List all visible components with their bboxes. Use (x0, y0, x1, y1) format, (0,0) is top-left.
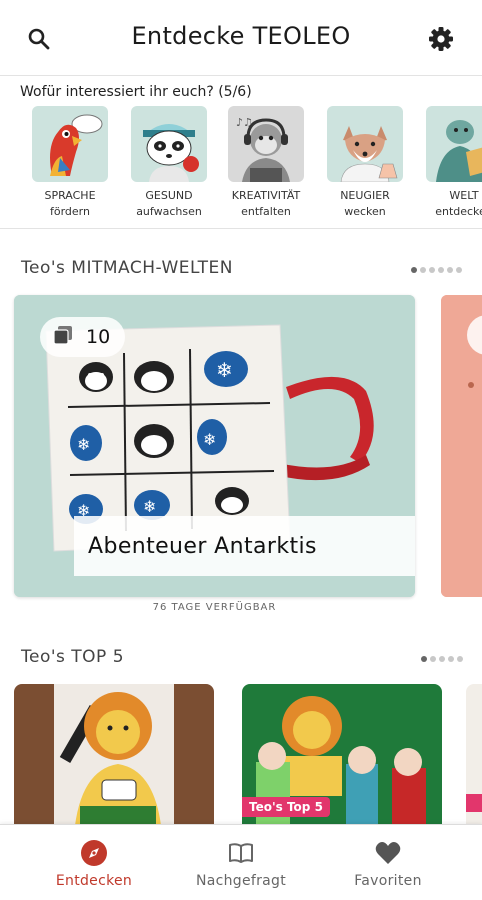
monkey-headphones-image: ♪♫ (228, 106, 304, 182)
lion-puppet-image (14, 684, 214, 834)
world-card-next[interactable] (441, 295, 482, 597)
interest-label-line2: fördern (50, 205, 90, 218)
item-count-badge: 10 (40, 317, 125, 357)
nav-favoriten[interactable]: Favoriten (318, 839, 458, 889)
section-title-mitmach-welten: Teo's MITMACH-WELTEN (21, 258, 233, 278)
interest-kreativitaet[interactable]: ♪♫ KREATIVITÄT entfalten (226, 106, 306, 220)
book-icon (171, 839, 311, 867)
interest-label-line2: wecken (344, 205, 386, 218)
top5-badge: Teo's Top 5 (242, 797, 330, 817)
world-card-title: Abenteuer Antarktis (88, 533, 317, 559)
interest-label-line1: WELT (449, 189, 479, 202)
nav-label: Nachgefragt (195, 873, 287, 889)
interest-label-line2: aufwachsen (136, 205, 202, 218)
app-header: Entdecke TEOLEO (0, 0, 482, 76)
interest-gesund[interactable]: GESUND aufwachsen (129, 106, 209, 220)
pager-dot (430, 656, 436, 662)
interest-label-line1: SPRACHE (44, 189, 96, 202)
pager-dot (439, 656, 445, 662)
svg-text:❄: ❄ (143, 497, 156, 516)
interest-label-line1: GESUND (145, 189, 193, 202)
interests-heading: Wofür interessiert ihr euch? (5/6) (20, 84, 252, 100)
top5-card-lion-puppet[interactable] (14, 684, 214, 834)
pager-dot (421, 656, 427, 662)
pager-dot (420, 267, 426, 273)
page-title: Entdecke TEOLEO (131, 22, 351, 50)
pager-dot (448, 656, 454, 662)
section-title-top5: Teo's TOP 5 (21, 647, 125, 667)
pager-dot (411, 267, 417, 273)
stack-icon (52, 324, 74, 350)
fox-science-image (327, 106, 403, 182)
nav-nachgefragt[interactable]: Nachgefragt (171, 839, 311, 889)
pager-dot (456, 267, 462, 273)
svg-text:❄: ❄ (203, 430, 216, 449)
carousel-pager-worlds (411, 267, 462, 273)
nav-label: Favoriten (354, 873, 422, 889)
pager-dot (447, 267, 453, 273)
turtle-explorer-image (426, 106, 482, 182)
bottom-navigation: Entdecken Nachgefragt Favoriten (0, 824, 482, 900)
top5-card-next[interactable] (466, 684, 482, 834)
svg-text:❄: ❄ (77, 435, 90, 454)
nav-label: Entdecken (55, 873, 133, 889)
heart-icon (318, 839, 458, 867)
interest-label-line2: entfalten (241, 205, 291, 218)
item-count: 10 (86, 326, 111, 348)
interest-label-line2: entdecken (435, 205, 482, 218)
section-divider (0, 228, 482, 229)
interest-sprache[interactable]: SPRACHE fördern (30, 106, 110, 220)
parrot-speaking-image (32, 106, 108, 182)
world-card-caption: Abenteuer Antarktis (74, 516, 415, 576)
gear-icon[interactable] (428, 26, 454, 52)
pager-dot (457, 656, 463, 662)
pager-dot (438, 267, 444, 273)
interest-label-line1: NEUGIER (340, 189, 390, 202)
svg-text:❄: ❄ (216, 358, 233, 382)
carousel-pager-top5 (421, 656, 463, 662)
interest-welt[interactable]: WELT entdecken (424, 106, 482, 220)
interest-neugier[interactable]: NEUGIER wecken (325, 106, 405, 220)
interests-carousel[interactable]: SPRACHE fördern GESUND aufwachsen ♪♫ KRE… (0, 104, 482, 226)
panda-apple-image (131, 106, 207, 182)
nav-entdecken[interactable]: Entdecken (24, 839, 164, 889)
interest-label-line1: KREATIVITÄT (231, 189, 301, 202)
pager-dot (429, 267, 435, 273)
compass-icon (24, 839, 164, 867)
availability-label: 76 TAGE VERFÜGBAR (152, 602, 277, 613)
